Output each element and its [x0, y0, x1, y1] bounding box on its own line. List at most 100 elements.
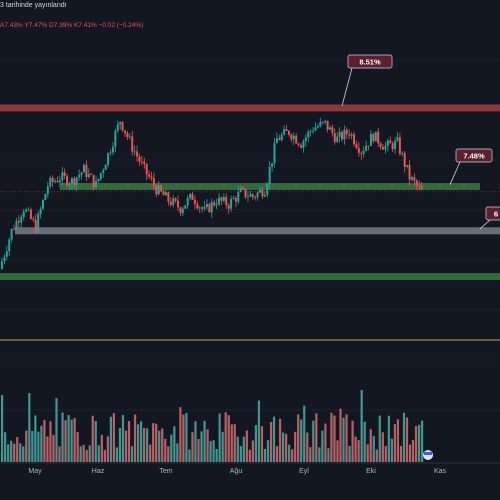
candle-body — [1, 261, 3, 269]
volume-bar — [164, 438, 167, 462]
candle-body — [97, 178, 100, 181]
volume-bar — [100, 434, 103, 462]
candle-body — [164, 192, 167, 196]
volume-bar — [188, 449, 191, 462]
volume-bar — [152, 423, 155, 462]
candle-body — [386, 140, 389, 147]
volume-bar — [218, 413, 221, 462]
candle-body — [333, 133, 336, 143]
x-tick-label: Eki — [366, 468, 376, 475]
candle-body — [382, 146, 385, 150]
volume-bar — [285, 433, 288, 462]
volume-bar — [354, 436, 357, 462]
candle-body — [44, 194, 47, 200]
volume-bar — [309, 447, 312, 462]
candle-body — [121, 121, 124, 131]
candle-body — [138, 156, 141, 162]
candle-body — [95, 180, 98, 188]
candle-body — [73, 178, 76, 185]
volume-bar — [291, 449, 294, 462]
candle-body — [41, 199, 44, 209]
candle-body — [70, 178, 73, 184]
candle-body — [336, 136, 339, 143]
candle-body — [8, 239, 11, 252]
volume-bar — [121, 415, 125, 462]
candle-body — [266, 183, 269, 195]
candle-body — [157, 185, 160, 195]
candle-body — [61, 172, 64, 181]
candle-body — [321, 121, 324, 123]
candle-body — [140, 161, 143, 163]
volume-bar — [16, 437, 19, 462]
volume-bar — [306, 432, 309, 462]
x-tick-label: May — [28, 468, 42, 475]
candle-body — [215, 204, 218, 206]
volume-bar — [25, 430, 28, 462]
candle-body — [232, 198, 235, 199]
volume-bar — [269, 422, 273, 462]
volume-bar — [387, 415, 390, 462]
volume-bar — [339, 408, 342, 462]
candle-body — [406, 165, 409, 167]
x-tick-label: Tem — [159, 468, 172, 475]
candle-body — [34, 219, 37, 233]
candle-body — [341, 131, 344, 140]
volume-bar — [88, 445, 91, 462]
candle-body — [246, 196, 249, 198]
candle-body — [196, 204, 199, 209]
volume-bar — [242, 436, 245, 462]
candle-body — [92, 174, 95, 188]
volume-bar — [167, 446, 170, 462]
candle-body — [56, 181, 59, 183]
candle-body — [369, 133, 372, 146]
candle-body — [39, 208, 42, 214]
volume-bar — [124, 430, 128, 462]
volume-bar — [176, 443, 179, 462]
volume-bar — [272, 416, 276, 462]
candle-body — [114, 130, 117, 147]
volume-bar — [158, 430, 161, 462]
candle-body — [15, 220, 18, 230]
candle-body — [29, 209, 32, 219]
volume-bar — [46, 436, 49, 462]
volume-bar — [405, 417, 409, 462]
candle-body — [189, 193, 192, 199]
volume-bar — [149, 444, 152, 462]
candle-body — [155, 185, 158, 195]
label-pointer — [449, 161, 461, 185]
volume-bar — [396, 419, 400, 462]
volume-bar — [230, 424, 233, 462]
candle-body — [167, 192, 170, 202]
candle-body — [287, 130, 290, 135]
candle-body — [239, 188, 242, 192]
level-band-resistance — [0, 104, 500, 112]
volume-bar — [348, 446, 351, 462]
candle-body — [85, 164, 88, 178]
volume-bar — [115, 447, 119, 462]
volume-bar — [37, 431, 40, 462]
volume-bar — [224, 412, 227, 462]
volume-bar — [49, 421, 52, 462]
volume-bar — [369, 429, 372, 462]
volume-bar — [182, 414, 185, 462]
candle-body — [256, 192, 259, 198]
label-pointer — [341, 67, 353, 107]
volume-bar — [333, 415, 336, 462]
candle-body — [227, 205, 230, 209]
candle-body — [328, 127, 331, 130]
level-band-support-3 — [0, 273, 500, 281]
candle-body — [297, 143, 300, 146]
volume-bar — [321, 430, 324, 462]
candle-body — [259, 189, 262, 193]
volume-bar — [245, 430, 248, 462]
candle-body — [177, 200, 180, 208]
volume-bar — [266, 440, 270, 462]
candle-body — [309, 131, 312, 133]
candle-body — [208, 203, 211, 213]
volume-bar — [360, 390, 363, 462]
candle-body — [49, 177, 52, 187]
price-chart[interactable]: 8.51% 7.48% 6 May Haz Tem Ağu Eyl Eki Kas — [0, 0, 500, 500]
candle-body — [201, 207, 204, 209]
volume-bar — [22, 446, 25, 462]
volume-bar — [390, 438, 393, 462]
